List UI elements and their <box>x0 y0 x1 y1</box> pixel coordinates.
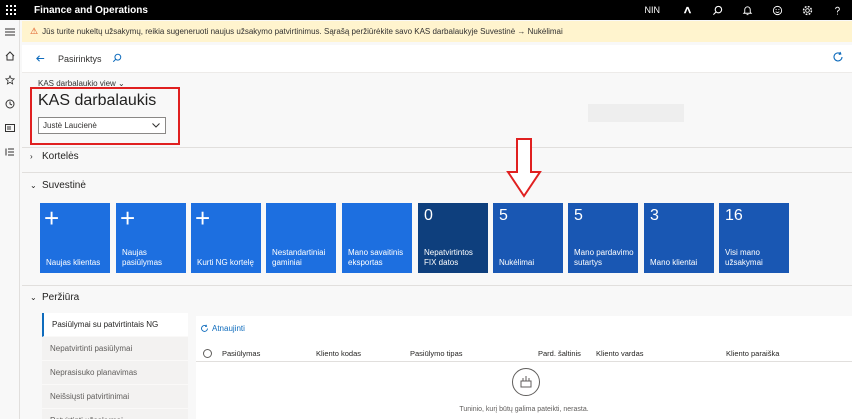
help-icon[interactable] <box>822 0 852 20</box>
tab-unconfirmed-quotes[interactable]: Nepatvirtinti pasiūlymai <box>42 337 188 361</box>
back-arrow-icon[interactable] <box>28 47 52 71</box>
app-launcher-icon[interactable] <box>0 0 22 20</box>
action-search-icon[interactable] <box>112 53 122 65</box>
tile-all-my-orders[interactable]: 16 Visi mano užsakymai <box>719 203 789 273</box>
tile-my-customers[interactable]: 3 Mano klientai <box>644 203 714 273</box>
column-header[interactable]: Pard. šaltinis <box>538 349 581 358</box>
review-tabs: Pasiūlymai su patvirtintais NG Nepatvirt… <box>42 313 188 419</box>
tile-weekly-export[interactable]: Mano savaitinis eksportas <box>342 203 412 273</box>
empty-state-text: Tuninio, kurį būtų galima pateikti, nera… <box>459 406 589 413</box>
tile-new-quote[interactable]: + Naujas pasiūlymas <box>116 203 186 273</box>
faded-button <box>588 104 684 122</box>
options-tab[interactable]: Pasirinktys <box>58 54 102 64</box>
modules-list-icon[interactable] <box>0 140 20 164</box>
workspaces-icon[interactable] <box>0 116 20 140</box>
tile-unconfirmed-fix-dates[interactable]: 0 Nepatvirtintos FIX datos <box>418 203 488 273</box>
warning-message-bar: ⚠ Jūs turite nukeltų užsakymų, reikia su… <box>22 21 852 42</box>
tile-custom-products[interactable]: Nestandartiniai gaminiai <box>266 203 336 273</box>
search-icon[interactable] <box>702 0 732 20</box>
column-header[interactable]: Kliento kodas <box>316 349 361 358</box>
tab-unsent-confirmations[interactable]: Neišsiųsti patvirtinimai <box>42 385 188 409</box>
gear-icon[interactable] <box>792 0 822 20</box>
refresh-button[interactable]: Atnaujinti <box>200 324 245 333</box>
section-review[interactable]: ⌄ Peržiūra <box>30 292 79 303</box>
separator <box>22 147 852 148</box>
tile-postponements[interactable]: 5 Nukėlimai <box>493 203 563 273</box>
plus-icon: + <box>120 203 136 233</box>
copilot-icon[interactable] <box>672 0 702 20</box>
separator <box>22 172 852 173</box>
tile-my-sales-agreements[interactable]: 5 Mano pardavimo sutartys <box>568 203 638 273</box>
favorites-star-icon[interactable] <box>0 68 20 92</box>
section-cards[interactable]: › Kortelės <box>30 151 79 162</box>
section-summary[interactable]: ⌄ Suvestinė <box>30 180 86 191</box>
tab-quotes-confirmed-ng[interactable]: Pasiūlymai su patvirtintais NG <box>42 313 188 337</box>
column-header[interactable]: Pasiūlymo tipas <box>410 349 463 358</box>
home-icon[interactable] <box>0 44 20 68</box>
bell-icon[interactable] <box>732 0 762 20</box>
smiley-icon[interactable] <box>762 0 792 20</box>
grid-header: Pasiūlymas Kliento kodas Pasiūlymo tipas… <box>196 346 852 362</box>
column-header[interactable]: Kliento paraiška <box>726 349 779 358</box>
recent-clock-icon[interactable] <box>0 92 20 116</box>
tile-new-customer[interactable]: + Naujas klientas <box>40 203 110 273</box>
tab-confirmed-orders[interactable]: Patvirtinti užsakymai <box>42 409 188 419</box>
warning-text: Jūs turite nukeltų užsakymų, reikia suge… <box>42 27 563 36</box>
select-all-checkbox[interactable] <box>203 349 212 358</box>
tile-create-ng-card[interactable]: + Kurti NG kortelę <box>191 203 261 273</box>
left-navigation <box>0 20 20 419</box>
app-title[interactable]: Finance and Operations <box>34 5 148 16</box>
action-pane: Pasirinktys <box>22 45 852 73</box>
top-bar: Finance and Operations NIN <box>0 0 852 20</box>
chevron-right-icon: › <box>30 152 33 161</box>
column-header[interactable]: Kliento vardas <box>596 349 644 358</box>
chevron-down-icon: ⌄ <box>30 181 37 190</box>
red-arrow-annotation <box>506 138 542 198</box>
separator <box>22 285 852 286</box>
refresh-icon[interactable] <box>832 51 844 66</box>
column-header[interactable]: Pasiūlymas <box>222 349 260 358</box>
plus-icon: + <box>44 203 60 233</box>
highlight-box <box>30 87 180 145</box>
chevron-down-icon: ⌄ <box>30 293 37 302</box>
company-picker[interactable]: NIN <box>645 5 661 15</box>
refresh-icon <box>201 324 208 332</box>
plus-icon: + <box>195 203 211 233</box>
tab-planning-not-run[interactable]: Neprasisuko planavimas <box>42 361 188 385</box>
review-grid: Atnaujinti Pasiūlymas Kliento kodas Pasi… <box>196 316 852 419</box>
hamburger-icon[interactable] <box>0 20 20 44</box>
empty-box-icon <box>512 368 540 396</box>
warning-icon: ⚠ <box>30 26 39 36</box>
